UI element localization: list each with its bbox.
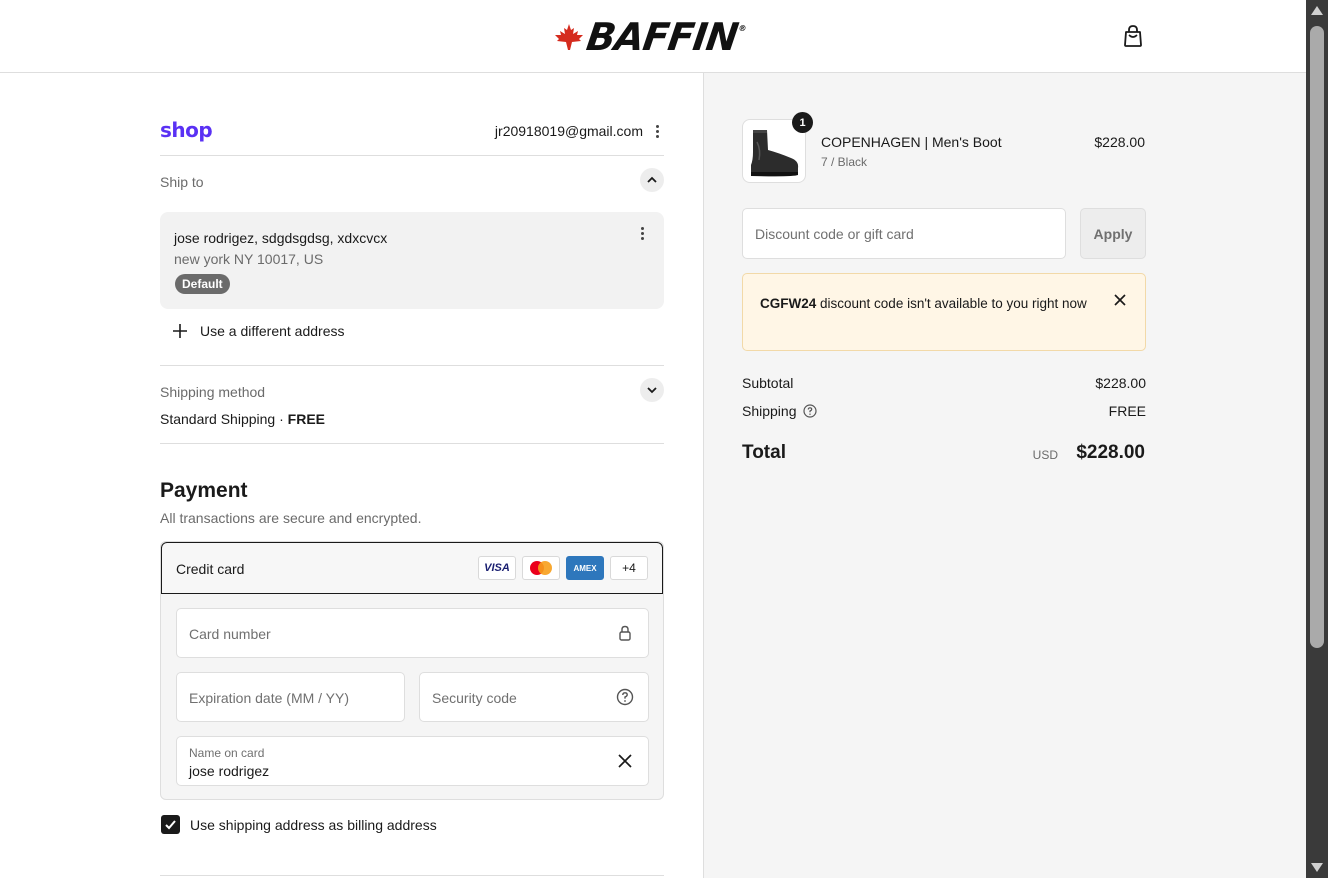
shipping-summary-label: Shipping [742,403,817,419]
billing-checkbox-label: Use shipping address as billing address [190,816,437,833]
chevron-down-icon [647,387,657,394]
expiration-placeholder: Expiration date (MM / YY) [189,690,350,706]
scroll-down-icon[interactable] [1311,863,1323,872]
shop-pay-logo: shop [160,118,213,142]
help-circle-icon[interactable] [616,688,634,706]
product-price: $228.00 [1094,134,1145,150]
ship-to-collapse-button[interactable] [640,168,664,192]
clear-icon[interactable] [616,752,634,770]
total-amount: $228.00 [1076,442,1145,463]
total-label: Total [742,442,786,463]
default-badge: Default [175,274,230,294]
subtotal-amount: $228.00 [1095,375,1146,391]
checkmark-icon [165,820,176,830]
account-menu-icon[interactable] [649,123,665,139]
product-variant: 7 / Black [821,155,868,169]
checkout-form: shop jr20918019@gmail.com Ship to jose r… [0,73,703,878]
quantity-badge: 1 [792,112,813,133]
lock-icon [619,625,631,641]
credit-card-panel: Credit card VISA AMEX +4 Card number Exp… [160,541,664,800]
discount-code: CGFW24 [760,296,817,311]
chevron-up-icon [647,176,657,183]
mastercard-icon [522,556,560,580]
credit-card-label: Credit card [176,561,245,577]
security-code-placeholder: Security code [432,690,517,706]
expiration-date-field[interactable]: Expiration date (MM / YY) [176,672,405,722]
brand-name: BAFFIN® [583,15,747,59]
site-header: BAFFIN® [0,0,1306,73]
more-cards-badge: +4 [610,556,648,580]
ship-to-label: Ship to [160,174,204,190]
order-summary: 1 COPENHAGEN | Men's Boot 7 / Black $228… [703,73,1306,878]
divider [160,365,664,366]
visa-icon: VISA [478,556,516,580]
payment-title: Payment [160,479,248,502]
divider [160,155,664,156]
close-icon[interactable] [1113,293,1127,307]
address-line2: new york NY 10017, US [174,251,324,267]
plus-icon [173,324,187,338]
billing-checkbox[interactable] [161,815,180,834]
card-number-placeholder: Card number [189,626,271,642]
shipping-amount: FREE [1108,403,1146,419]
page-scrollbar[interactable] [1306,0,1328,878]
shipping-method-label: Shipping method [160,384,266,400]
address-menu-icon[interactable] [634,225,650,241]
notice-text: CGFW24 discount code isn't available to … [760,296,1087,311]
discount-code-input[interactable]: Discount code or gift card [742,208,1066,259]
use-different-address-label: Use a different address [200,323,345,339]
security-code-field[interactable]: Security code [419,672,649,722]
payment-subtitle: All transactions are secure and encrypte… [160,510,422,526]
scroll-up-icon[interactable] [1311,6,1323,15]
billing-address-checkbox-row[interactable]: Use shipping address as billing address [161,815,437,834]
shipping-price: FREE [287,411,325,427]
address-line1: jose rodrigez, sdgdsgdsg, xdxcvcx [174,230,388,246]
credit-card-option[interactable]: Credit card VISA AMEX +4 [161,542,663,594]
cart-button[interactable] [1120,23,1146,49]
discount-placeholder: Discount code or gift card [755,226,914,242]
selected-address-card[interactable]: jose rodrigez, sdgdsgdsg, xdxcvcx new yo… [160,212,664,309]
maple-leaf-icon [555,24,583,50]
baffin-logo[interactable]: BAFFIN® [553,15,747,59]
scrollbar-thumb[interactable] [1310,26,1324,648]
shipping-method-value: Standard Shipping · FREE [160,411,325,427]
total-currency: USD [1032,448,1058,462]
name-on-card-label: Name on card [189,746,265,760]
discount-error-notice: CGFW24 discount code isn't available to … [742,273,1146,351]
account-email: jr20918019@gmail.com [494,123,643,139]
card-brands: VISA AMEX +4 [478,556,648,580]
card-number-field[interactable]: Card number [176,608,649,658]
shopping-bag-icon [1124,25,1142,47]
amex-icon: AMEX [566,556,604,580]
product-thumbnail: 1 [742,112,813,183]
shipping-method-expand-button[interactable] [640,378,664,402]
apply-discount-button[interactable]: Apply [1080,208,1146,259]
subtotal-label: Subtotal [742,375,794,391]
help-circle-icon[interactable] [802,404,817,418]
name-on-card-field[interactable]: Name on card jose rodrigez [176,736,649,786]
product-name: COPENHAGEN | Men's Boot [821,134,1002,150]
use-different-address-button[interactable]: Use a different address [172,323,345,339]
divider [160,443,664,444]
divider [160,875,664,876]
name-on-card-value: jose rodrigez [189,763,270,779]
